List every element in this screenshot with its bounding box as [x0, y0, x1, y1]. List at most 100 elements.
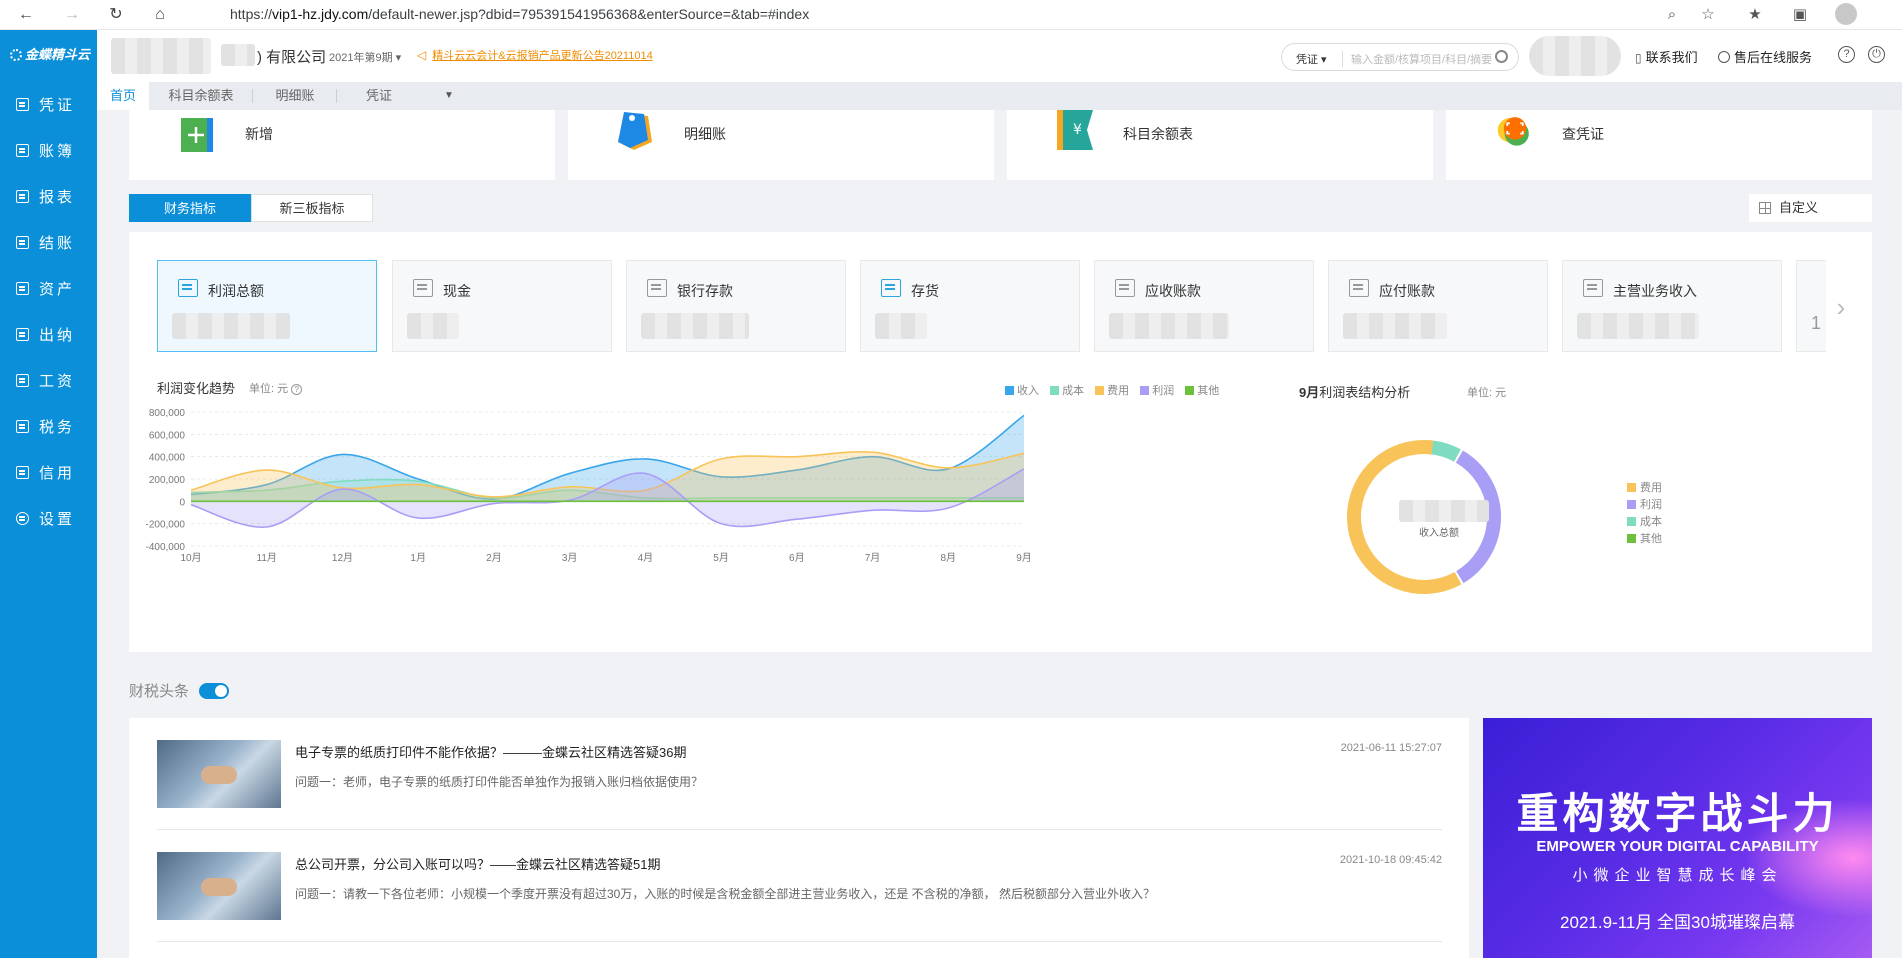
- quick-detail-ledger[interactable]: 明细账: [568, 110, 994, 180]
- kpi-value: 1: [1811, 313, 1822, 333]
- tab-neeq-indicators[interactable]: 新三板指标: [251, 194, 373, 222]
- kpi-label: 主营业务收入: [1613, 283, 1697, 299]
- browser-profile-avatar[interactable]: [1835, 3, 1857, 25]
- help-icon[interactable]: ?: [1838, 46, 1855, 63]
- pie-legend-item[interactable]: 利润: [1627, 497, 1662, 514]
- search-box[interactable]: 凭证 ▾ 输入金额/核算项目/科目/摘要: [1281, 43, 1519, 71]
- kpi-card-cash[interactable]: 现金: [392, 260, 612, 352]
- sidebar-item-salary[interactable]: 工资: [0, 360, 97, 404]
- pie-legend-item[interactable]: 费用: [1627, 480, 1662, 497]
- sidebar-item-label: 资产: [39, 281, 76, 298]
- refresh-icon[interactable]: ↻: [106, 5, 126, 25]
- kpi-icon: [1583, 279, 1603, 297]
- kpi-label: 现金: [443, 283, 471, 299]
- kpi-card-payables[interactable]: 应付账款: [1328, 260, 1548, 352]
- pie-title-text: 利润表结构分析: [1319, 385, 1411, 400]
- legend-item[interactable]: 费用: [1095, 382, 1129, 398]
- asset-icon: [16, 282, 29, 295]
- news-item[interactable]: 总公司开票，分公司入账可以吗？——金蝶云社区精选答疑51期 问题一：请教一下各位…: [157, 830, 1442, 942]
- kpi-card-receivables[interactable]: 应收账款: [1094, 260, 1314, 352]
- sidebar-item-asset[interactable]: 资产: [0, 268, 97, 312]
- legend-swatch: [1627, 500, 1636, 509]
- home-icon[interactable]: ⌂: [150, 5, 170, 25]
- kpi-card-total-profit[interactable]: 利润总额: [157, 260, 377, 352]
- y-tick-label: 200,000: [149, 475, 186, 486]
- trend-title: 利润变化趋势: [157, 381, 236, 396]
- url-prefix: https://: [230, 6, 273, 22]
- kpi-value-redacted: [407, 313, 459, 339]
- forward-icon[interactable]: →: [62, 5, 82, 25]
- legend-item[interactable]: 收入: [1005, 382, 1039, 398]
- kpi-label: 利润总额: [208, 283, 264, 299]
- chevron-right-icon[interactable]: ›: [1826, 292, 1856, 322]
- legend-label: 费用: [1107, 385, 1130, 397]
- tab-detail-ledger[interactable]: 明细账: [253, 82, 337, 110]
- search-type-select[interactable]: 凭证 ▾: [1296, 51, 1327, 67]
- quick-label: 明细账: [684, 126, 726, 142]
- news-title[interactable]: 电子专票的纸质打印件不能作依据？———金蝶云社区精选答疑36期: [295, 742, 686, 761]
- donut-segment-成本[interactable]: [1427, 440, 1461, 462]
- legend-swatch: [1627, 483, 1636, 492]
- kpi-card-main-revenue[interactable]: 主营业务收入: [1562, 260, 1782, 352]
- contact-us-link[interactable]: ▯ 联系我们: [1635, 47, 1698, 66]
- tab-home[interactable]: 首页: [97, 82, 149, 110]
- company-name[interactable]: ) 有限公司: [257, 46, 326, 67]
- sidebar-item-voucher[interactable]: 凭证: [0, 84, 97, 128]
- legend-item[interactable]: 利润: [1140, 382, 1174, 398]
- legend-swatch: [1627, 534, 1636, 543]
- news-toggle[interactable]: [199, 683, 229, 699]
- kpi-card-partial[interactable]: 1: [1796, 260, 1826, 352]
- tab-financial-indicators[interactable]: 财务指标: [129, 194, 251, 222]
- tabs-more-icon[interactable]: ▼: [435, 82, 463, 110]
- period-value: 2021年第9期: [329, 52, 393, 64]
- app-logo[interactable]: 金蝶精斗云: [10, 44, 90, 63]
- sidebar-item-cashier[interactable]: 出纳: [0, 314, 97, 358]
- pie-legend-item[interactable]: 成本: [1627, 514, 1662, 531]
- y-tick-label: -200,000: [146, 520, 186, 531]
- favorite-add-icon[interactable]: ☆: [1698, 5, 1718, 25]
- search-icon[interactable]: [1495, 50, 1508, 63]
- sidebar-item-credit[interactable]: 信用: [0, 452, 97, 496]
- x-tick-label: 12月: [332, 552, 353, 564]
- kpi-icon: [881, 279, 901, 297]
- legend-swatch: [1005, 386, 1014, 395]
- sidebar-item-settings[interactable]: 设置: [0, 498, 97, 542]
- sidebar-item-checkout[interactable]: 结账: [0, 222, 97, 266]
- customize-button[interactable]: 自定义: [1749, 194, 1872, 222]
- news-title[interactable]: 总公司开票，分公司入账可以吗？——金蝶云社区精选答疑51期: [295, 854, 660, 873]
- favorites-icon[interactable]: ★: [1745, 5, 1765, 25]
- legend-item[interactable]: 其他: [1185, 382, 1219, 398]
- kpi-card-inventory[interactable]: 存货: [860, 260, 1080, 352]
- quick-query-voucher[interactable]: 查凭证: [1446, 110, 1872, 180]
- zoom-icon[interactable]: ⌕: [1662, 5, 1682, 25]
- banner-headline: 重构数字战斗力: [1516, 790, 1839, 837]
- kpi-card-bank-deposit[interactable]: 银行存款: [626, 260, 846, 352]
- help-icon[interactable]: ?: [291, 384, 303, 395]
- tab-voucher[interactable]: 凭证: [337, 82, 421, 110]
- period-selector[interactable]: 2021年第9期 ▾: [329, 49, 401, 65]
- online-service-link[interactable]: 售后在线服务: [1718, 47, 1812, 66]
- notice-link[interactable]: ◁ 精斗云云会计&云报销产品更新公告20211014: [417, 47, 653, 63]
- company-name-redacted-2: [221, 44, 255, 66]
- sidebar-item-label: 结账: [39, 235, 76, 252]
- sidebar-item-tax[interactable]: 税务: [0, 406, 97, 450]
- sidebar-item-ledger[interactable]: 账簿: [0, 130, 97, 174]
- tab-balance-sheet[interactable]: 科目余额表: [149, 82, 253, 110]
- collections-icon[interactable]: ▣: [1790, 5, 1810, 25]
- quick-label: 科目余额表: [1123, 126, 1193, 142]
- headset-icon: [1718, 51, 1730, 63]
- promo-banner[interactable]: 重构数字战斗力 EMPOWER YOUR DIGITAL CAPABILITY …: [1483, 718, 1872, 958]
- pie-legend-item[interactable]: 其他: [1627, 531, 1662, 548]
- power-icon[interactable]: ⏻: [1868, 46, 1885, 63]
- quick-add-voucher[interactable]: 新增: [129, 110, 555, 180]
- search-input[interactable]: 输入金额/核算项目/科目/摘要: [1342, 51, 1492, 67]
- address-bar[interactable]: https://vip1-hz.jdy.com/default-newer.js…: [230, 6, 809, 22]
- back-icon[interactable]: ←: [16, 5, 36, 25]
- legend-item[interactable]: 成本: [1050, 382, 1084, 398]
- legend-label: 其他: [1197, 385, 1220, 397]
- quick-balance-sheet[interactable]: ¥ 科目余额表: [1007, 110, 1433, 180]
- sidebar-item-report[interactable]: 报表: [0, 176, 97, 220]
- user-avatar-redacted[interactable]: [1529, 36, 1621, 76]
- x-tick-label: 1月: [410, 552, 426, 564]
- news-item[interactable]: 电子专票的纸质打印件不能作依据？———金蝶云社区精选答疑36期 问题一：老师，电…: [157, 718, 1442, 830]
